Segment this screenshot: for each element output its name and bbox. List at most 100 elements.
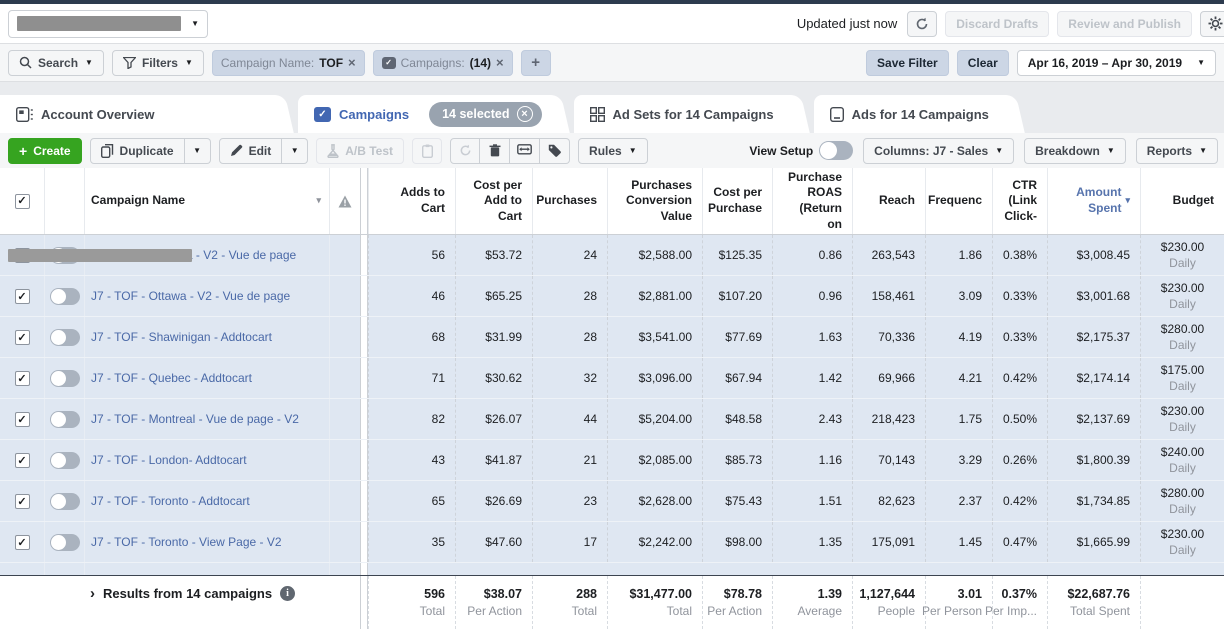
campaign-name-link[interactable]: J7 - TOF - Toronto - Addtocart [91, 494, 250, 508]
column-header-reach[interactable]: Reach [852, 168, 925, 234]
campaign-name-link[interactable]: J7 - TOF - Quebec - Addtocart [91, 371, 252, 385]
column-header-purchases-conversion-value[interactable]: Purchases Conversion Value [607, 168, 702, 234]
tab-ad-sets[interactable]: Ad Sets for 14 Campaigns [574, 95, 788, 133]
campaign-name-link[interactable]: J7 - TOF - Toronto - View Page - V2 [91, 535, 282, 549]
remove-filter-icon[interactable]: × [496, 55, 504, 70]
campaign-status-toggle[interactable] [50, 452, 80, 469]
add-filter-button[interactable]: + [521, 50, 551, 76]
campaign-name-link[interactable]: J7 - TOF - London- Addtocart [91, 453, 247, 467]
edit-menu-button[interactable]: ▼ [282, 138, 308, 164]
edit-button[interactable]: Edit [219, 138, 283, 164]
date-range-picker[interactable]: Apr 16, 2019 – Apr 30, 2019 ▼ [1017, 50, 1216, 76]
cell-frequency: 4.21 [925, 358, 992, 398]
clear-filters-button[interactable]: Clear [957, 50, 1009, 76]
column-header-cost-per-add-to-cart[interactable]: Cost per Add to Cart [455, 168, 532, 234]
account-overview-icon [16, 107, 33, 122]
campaign-name-link[interactable]: J7 - TOF - Ottawa - V2 - Vue de page [91, 289, 290, 303]
column-header-budget[interactable]: Budget [1140, 168, 1224, 234]
account-selector[interactable]: ▼ [8, 10, 208, 38]
tab-ads[interactable]: Ads for 14 Campaigns [814, 95, 1003, 133]
info-icon[interactable]: i [280, 586, 295, 601]
cell-budget: $280.00Daily [1140, 317, 1224, 357]
tag-button[interactable] [540, 138, 570, 164]
filter-chip-campaigns[interactable]: ✓ Campaigns: (14) × [373, 50, 513, 76]
save-filter-button[interactable]: Save Filter [866, 50, 949, 76]
cell-ctr: 0.26% [992, 440, 1047, 480]
campaign-status-toggle[interactable] [50, 329, 80, 346]
ab-test-button[interactable]: A/B Test [316, 138, 404, 164]
cell-ctr: 0.33% [992, 317, 1047, 357]
filter-chip-campaign-name[interactable]: Campaign Name: TOF × [212, 50, 365, 76]
table-row[interactable]: ✓J7 - TOF - Quebec - Addtocart71$30.6232… [0, 358, 1224, 399]
campaign-status-toggle[interactable] [50, 288, 80, 305]
create-button[interactable]: + Create [8, 138, 82, 164]
cell-adds-to-cart: 71 [368, 358, 455, 398]
table-header: ✓ Campaign Name ▾ Adds to Cart Cost per … [0, 168, 1224, 235]
review-and-publish-button[interactable]: Review and Publish [1057, 11, 1192, 37]
table-row[interactable]: ✓J7 - TOF - Ottawa - V2 - Vue de page46$… [0, 276, 1224, 317]
table-row[interactable]: ✓J7 - TOF - Toronto - View Page - V235$4… [0, 522, 1224, 563]
tab-account-overview[interactable]: Account Overview [0, 95, 272, 133]
cell-cost-per-purchase: $77.69 [702, 317, 772, 357]
remove-filter-icon[interactable]: × [348, 55, 356, 70]
campaign-name-link[interactable]: J7 - TOF - Shawinigan - Addtocart [91, 330, 272, 344]
cell-purchase-roas: 1.16 [772, 440, 852, 480]
campaign-status-toggle[interactable] [50, 534, 80, 551]
history-button[interactable] [450, 138, 480, 164]
footer-total-cost-per-purchase: $78.78Per Action [702, 576, 772, 629]
deselect-all-icon[interactable]: × [517, 106, 533, 122]
cell-cost-per-add-to-cart: $65.25 [455, 276, 532, 316]
selected-count-badge[interactable]: 14 selected × [429, 102, 541, 127]
frozen-pane-divider[interactable] [360, 168, 368, 234]
breakdown-dropdown[interactable]: Breakdown ▼ [1024, 138, 1126, 164]
column-header-ctr[interactable]: CTR (Link Click- [992, 168, 1047, 234]
cell-purchase-roas: 0.86 [772, 235, 852, 275]
cell-cost-per-purchase: $48.58 [702, 399, 772, 439]
campaigns-icon: ✓ [314, 107, 331, 122]
rules-dropdown[interactable]: Rules ▼ [578, 138, 648, 164]
row-checkbox[interactable]: ✓ [15, 535, 30, 550]
column-header-frequency[interactable]: Frequenc [925, 168, 992, 234]
campaign-name-link[interactable]: J7 - TOF - Montreal - Vue de page - V2 [91, 412, 299, 426]
delivery-alert-cell [330, 440, 360, 480]
delivery-alert-column-header [330, 168, 360, 234]
row-checkbox[interactable]: ✓ [15, 330, 30, 345]
column-header-amount-spent[interactable]: Amount Spent ▾ [1047, 168, 1140, 234]
delete-button[interactable] [480, 138, 510, 164]
table-row[interactable]: ✓J7 - TOF - Shawinigan - Addtocart68$31.… [0, 317, 1224, 358]
table-row[interactable]: ✓J7 - TOF - Toronto - Addtocart65$26.692… [0, 481, 1224, 522]
column-header-cost-per-purchase[interactable]: Cost per Purchase [702, 168, 772, 234]
table-row[interactable]: ✓J7 - TOF - London- Addtocart43$41.8721$… [0, 440, 1224, 481]
campaign-name-column-header[interactable]: Campaign Name ▾ [85, 168, 330, 234]
discard-drafts-button[interactable]: Discard Drafts [945, 11, 1049, 37]
row-checkbox[interactable]: ✓ [15, 453, 30, 468]
reports-dropdown[interactable]: Reports ▼ [1136, 138, 1218, 164]
campaign-status-toggle[interactable] [50, 370, 80, 387]
row-checkbox[interactable]: ✓ [15, 289, 30, 304]
settings-button[interactable] [1200, 11, 1224, 37]
duplicate-button[interactable]: Duplicate [90, 138, 185, 164]
duplicate-menu-button[interactable]: ▼ [185, 138, 211, 164]
select-all-checkbox[interactable]: ✓ [15, 194, 30, 209]
columns-dropdown[interactable]: Columns: J7 - Sales ▼ [863, 138, 1014, 164]
row-checkbox[interactable]: ✓ [15, 371, 30, 386]
expand-results-icon[interactable]: › [90, 586, 95, 601]
table-row[interactable]: ✓J7 - TOF - Montreal - Vue de page - V28… [0, 399, 1224, 440]
campaign-status-toggle[interactable] [50, 411, 80, 428]
refresh-button[interactable] [907, 11, 937, 37]
filters-dropdown[interactable]: Filters▼ [112, 50, 204, 76]
chevron-down-icon: ▼ [191, 20, 199, 28]
export-button[interactable] [510, 138, 540, 164]
filter-funnel-icon [123, 57, 136, 69]
column-header-adds-to-cart[interactable]: Adds to Cart [368, 168, 455, 234]
view-setup-toggle[interactable] [819, 141, 853, 160]
search-dropdown[interactable]: Search▼ [8, 50, 104, 76]
pin-button[interactable] [412, 138, 442, 164]
campaign-status-toggle[interactable] [50, 493, 80, 510]
column-header-purchases[interactable]: Purchases [532, 168, 607, 234]
tab-campaigns[interactable]: ✓ Campaigns 14 selected × [298, 95, 548, 133]
column-header-purchase-roas[interactable]: Purchase ROAS (Return on [772, 168, 852, 234]
row-checkbox[interactable]: ✓ [15, 412, 30, 427]
row-checkbox[interactable]: ✓ [15, 494, 30, 509]
sort-icon[interactable]: ▾ [316, 195, 329, 207]
